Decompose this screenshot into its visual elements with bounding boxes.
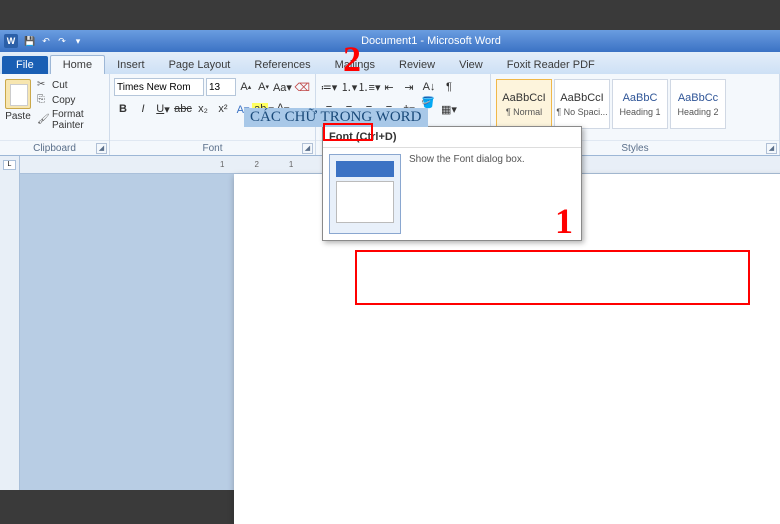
paste-icon [5, 79, 31, 109]
increase-indent-button[interactable]: ⇥ [400, 78, 418, 96]
titlebar: W 💾 ↶ ↷ ▾ Document1 - Microsoft Word [0, 30, 780, 52]
tab-foxit[interactable]: Foxit Reader PDF [495, 56, 607, 74]
save-icon[interactable]: 💾 [23, 34, 37, 48]
multilevel-list-button[interactable]: ⒈≡▾ [360, 78, 378, 96]
brush-icon: 🖌 [37, 114, 49, 126]
clipboard-group: Paste ✂Cut ⎘Copy 🖌Format Painter Clipboa… [0, 74, 110, 155]
font-size-select[interactable] [206, 78, 236, 96]
annotation-number-2: 2 [343, 38, 361, 80]
vertical-ruler[interactable]: L [0, 156, 20, 490]
copy-icon: ⎘ [37, 94, 49, 106]
tab-home[interactable]: Home [50, 55, 105, 74]
superscript-button[interactable]: x² [214, 100, 232, 118]
tab-view[interactable]: View [447, 56, 495, 74]
strikethrough-button[interactable]: abc [174, 100, 192, 118]
paste-button[interactable]: Paste [3, 77, 33, 137]
undo-icon[interactable]: ↶ [39, 34, 53, 48]
window-title: Document1 - Microsoft Word [86, 35, 776, 47]
clear-formatting-button[interactable]: ⌫ [293, 78, 311, 96]
redo-icon[interactable]: ↷ [55, 34, 69, 48]
change-case-button[interactable]: Aa▾ [273, 78, 291, 96]
styles-dialog-launcher[interactable]: ◢ [766, 143, 777, 154]
annotation-box-2 [323, 123, 373, 141]
bold-button[interactable]: B [114, 100, 132, 118]
numbering-button[interactable]: ⒈▾ [340, 78, 358, 96]
italic-button[interactable]: I [134, 100, 152, 118]
show-marks-button[interactable]: ¶ [440, 78, 458, 96]
sort-button[interactable]: A↓ [420, 78, 438, 96]
ribbon-tabs: File Home Insert Page Layout References … [0, 52, 780, 74]
style-normal[interactable]: AaBbCcI¶ Normal [496, 79, 552, 129]
tab-insert[interactable]: Insert [105, 56, 157, 74]
tab-review[interactable]: Review [387, 56, 447, 74]
font-dialog-tooltip: Font (Ctrl+D) Show the Font dialog box. [322, 126, 582, 241]
tooltip-thumbnail-icon [329, 154, 401, 234]
format-painter-button[interactable]: 🖌Format Painter [37, 109, 102, 131]
tooltip-body: Show the Font dialog box. [409, 154, 525, 234]
grow-font-button[interactable]: A▴ [238, 78, 254, 96]
underline-button[interactable]: U▾ [154, 100, 172, 118]
annotation-number-1: 1 [555, 200, 573, 242]
copy-button[interactable]: ⎘Copy [37, 94, 102, 106]
borders-button[interactable]: ▦▾ [440, 100, 458, 118]
bullets-button[interactable]: ≔▾ [320, 78, 338, 96]
word-icon[interactable]: W [4, 34, 18, 48]
subscript-button[interactable]: x₂ [194, 100, 212, 118]
cut-button[interactable]: ✂Cut [37, 79, 102, 91]
style-heading1[interactable]: AaBbCHeading 1 [612, 79, 668, 129]
annotation-box-1 [355, 250, 750, 305]
font-name-select[interactable] [114, 78, 204, 96]
clipboard-dialog-launcher[interactable]: ◢ [96, 143, 107, 154]
file-tab[interactable]: File [2, 56, 48, 74]
scissors-icon: ✂ [37, 79, 49, 91]
shrink-font-button[interactable]: A▾ [256, 78, 272, 96]
style-no-spacing[interactable]: AaBbCcI¶ No Spaci... [554, 79, 610, 129]
decrease-indent-button[interactable]: ⇤ [380, 78, 398, 96]
style-heading2[interactable]: AaBbCcHeading 2 [670, 79, 726, 129]
qat-more-icon[interactable]: ▾ [71, 34, 85, 48]
tab-page-layout[interactable]: Page Layout [157, 56, 243, 74]
tab-references[interactable]: References [242, 56, 322, 74]
font-dialog-launcher[interactable]: ◢ [302, 143, 313, 154]
